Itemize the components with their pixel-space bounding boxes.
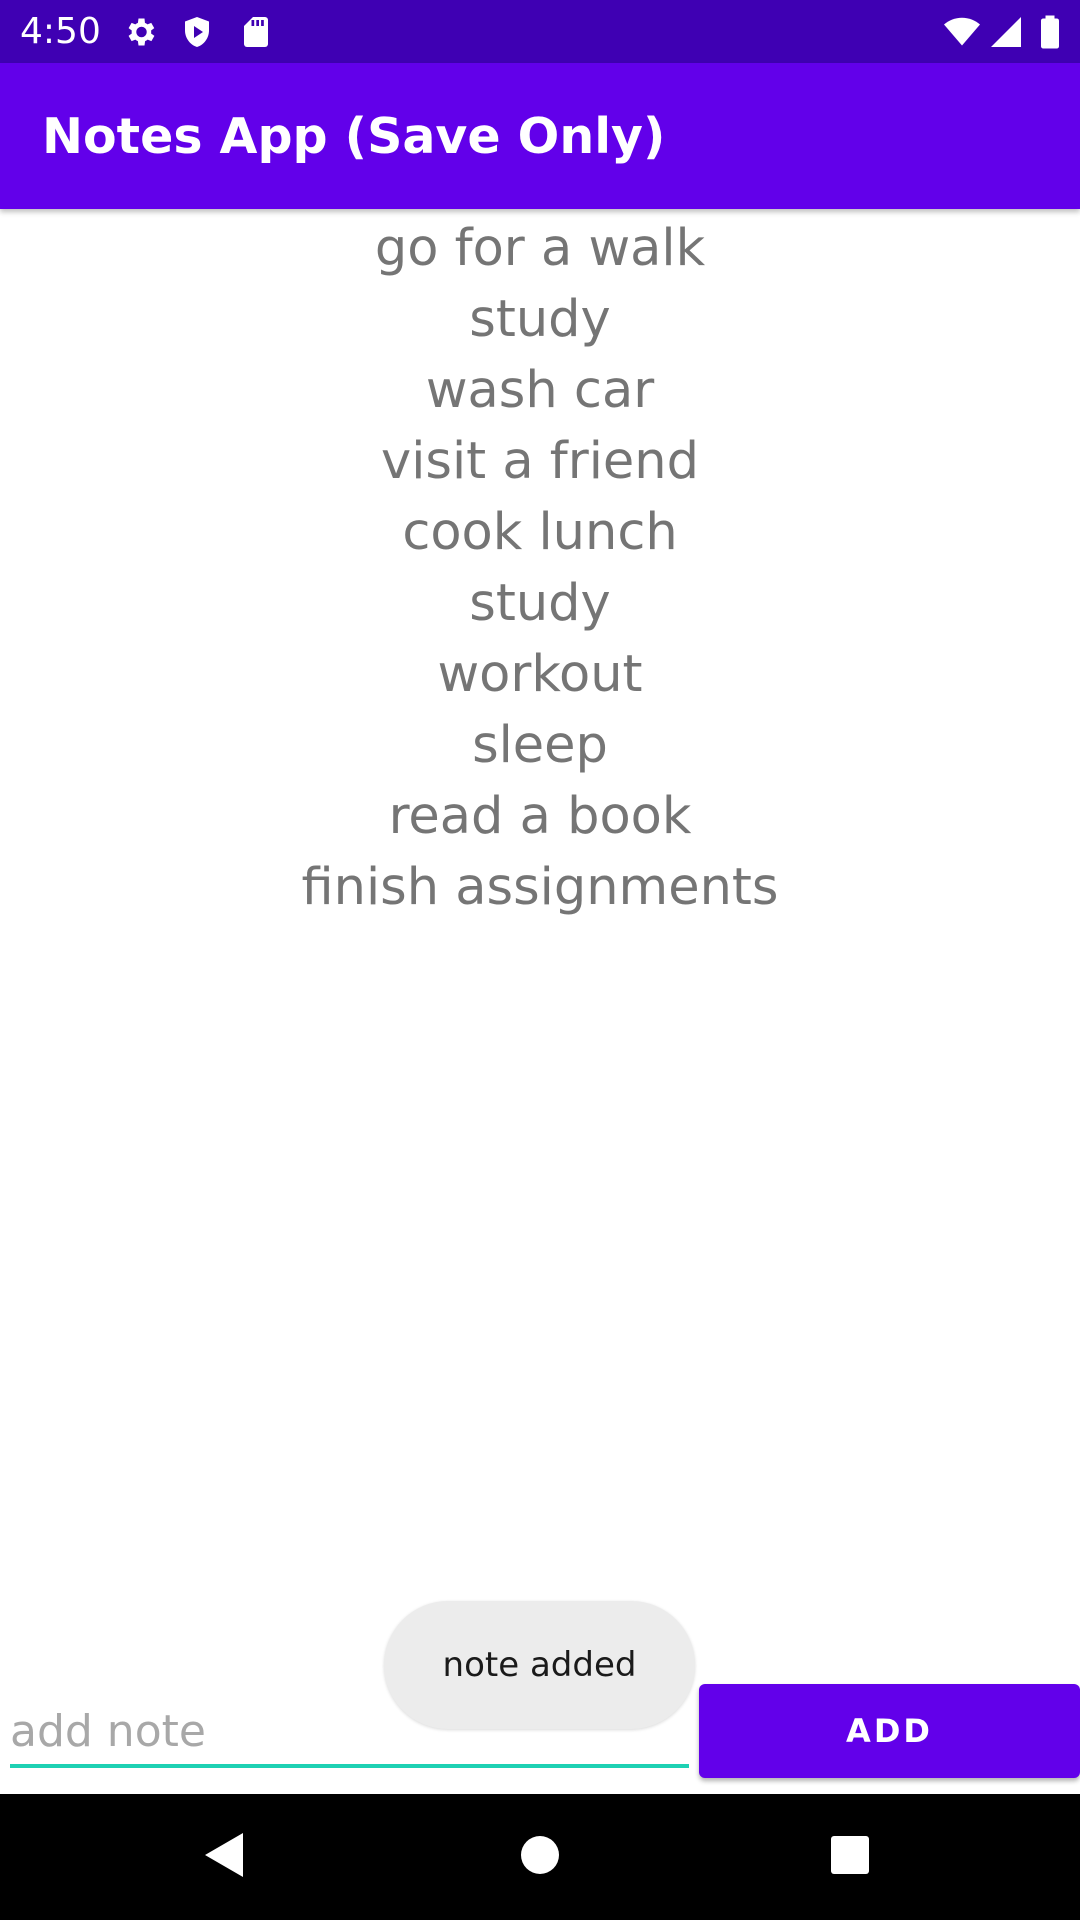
app-title: Notes App (Save Only) — [42, 108, 666, 165]
home-icon — [520, 1835, 560, 1879]
wifi-icon — [944, 14, 980, 50]
list-item[interactable]: read a book — [0, 781, 1080, 852]
recents-icon — [830, 1835, 870, 1879]
toast: note added — [384, 1601, 695, 1729]
list-item[interactable]: study — [0, 284, 1080, 355]
recents-button[interactable] — [790, 1794, 910, 1920]
list-item[interactable]: study — [0, 568, 1080, 639]
status-time: 4:50 — [20, 11, 101, 52]
list-item[interactable]: workout — [0, 639, 1080, 710]
nav-bar — [0, 1794, 1080, 1920]
add-button[interactable]: ADD — [699, 1684, 1080, 1778]
back-icon — [203, 1831, 247, 1883]
toast-text: note added — [442, 1645, 637, 1685]
signal-icon — [988, 14, 1024, 50]
app-bar: Notes App (Save Only) — [0, 63, 1080, 209]
notes-list: go for a walk study wash car visit a fri… — [0, 213, 1080, 923]
input-underline — [10, 1764, 689, 1768]
gear-icon — [122, 14, 158, 50]
list-item[interactable]: wash car — [0, 355, 1080, 426]
shield-icon — [179, 14, 215, 50]
sd-card-icon — [238, 14, 274, 50]
list-item[interactable]: go for a walk — [0, 213, 1080, 284]
home-button[interactable] — [480, 1794, 600, 1920]
battery-icon — [1032, 14, 1068, 50]
list-item[interactable]: finish assignments — [0, 852, 1080, 923]
status-bar: 4:50 — [0, 0, 1080, 63]
list-item[interactable]: sleep — [0, 710, 1080, 781]
list-item[interactable]: cook lunch — [0, 497, 1080, 568]
list-item[interactable]: visit a friend — [0, 426, 1080, 497]
back-button[interactable] — [165, 1794, 285, 1920]
